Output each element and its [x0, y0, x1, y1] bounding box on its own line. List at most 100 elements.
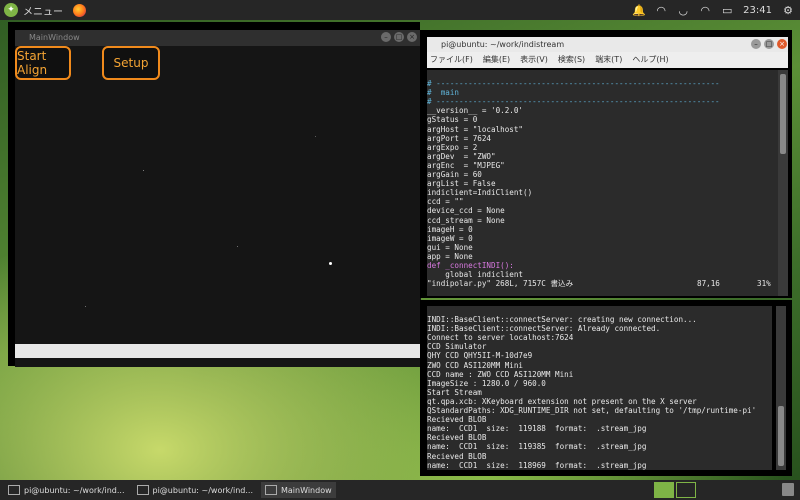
code-line: device_ccd = None: [427, 206, 505, 216]
bottom-taskbar: pi@ubuntu: ~/work/ind... pi@ubuntu: ~/wo…: [0, 480, 800, 500]
menu-search[interactable]: 検索(S): [558, 52, 585, 68]
menu-help[interactable]: ヘルプ(H): [632, 52, 668, 68]
close-icon[interactable]: ×: [777, 39, 787, 49]
star: [315, 136, 316, 137]
code-line: ccd_stream = None: [427, 215, 505, 225]
wifi-icon-2[interactable]: ◠: [699, 4, 711, 17]
minimize-icon[interactable]: –: [381, 32, 391, 42]
trash-icon[interactable]: [782, 483, 794, 496]
taskbar-item-terminal-2[interactable]: pi@ubuntu: ~/work/ind...: [133, 482, 258, 498]
firefox-icon[interactable]: [73, 3, 86, 17]
terminal-scrollbar[interactable]: [778, 70, 788, 296]
workspace-2[interactable]: [676, 482, 696, 498]
code-line: ccd = "": [427, 197, 464, 207]
top-panel: ✦ メニュー 🔔 ◠ ◡ ◠ ▭ 23:41 ⚙: [0, 0, 800, 20]
output-line: qt.qpa.xcb: XKeyboard extension not pres…: [427, 396, 697, 406]
output-line: ZWO CCD ASI120MM Mini: [427, 360, 524, 370]
output-line: name: CCD1 size: 118969 format: .stream_…: [427, 460, 647, 470]
taskbar-label: MainWindow: [281, 485, 332, 495]
terminal-icon: [8, 485, 20, 495]
vim-editor[interactable]: # --------------------------------------…: [427, 70, 778, 296]
output-line: INDI::BaseClient::connectServer: creatin…: [427, 315, 697, 325]
menu-edit[interactable]: 編集(E): [483, 52, 510, 68]
workspace-switcher: [654, 482, 696, 498]
terminal-icon: [136, 485, 149, 495]
output-line: QHY CCD QHY5II-M-10d7e9: [427, 351, 533, 361]
code-line: def _connectINDI():: [427, 260, 514, 270]
code-line: gStatus = 0: [427, 115, 478, 125]
code-line: app = None: [427, 251, 473, 261]
code-line: # --------------------------------------…: [427, 97, 720, 107]
system-tray: 🔔 ◠ ◡ ◠ ▭ 23:41 ⚙: [632, 0, 794, 20]
vim-status-line: "indipolar.py" 268L, 7157C 書込み 87,16 31%: [427, 279, 778, 288]
terminal-title: pi@ubuntu: ~/work/indistream: [441, 40, 565, 49]
code-line: imageH = 0: [427, 224, 473, 234]
terminal-menubar: ファイル(F) 編集(E) 表示(V) 検索(S) 端末(T) ヘルプ(H): [427, 52, 788, 68]
wifi-icon[interactable]: ◡: [677, 4, 689, 17]
output-line: name: CCD1 size: 119385 format: .stream_…: [427, 442, 647, 452]
output-scrollbar[interactable]: [776, 306, 786, 470]
menu-file[interactable]: ファイル(F): [430, 52, 473, 68]
star: [143, 170, 144, 171]
code-line: # --------------------------------------…: [427, 79, 720, 89]
output-line: Recieved BLOB: [427, 433, 487, 443]
output-line: QStandardPaths: XDG_RUNTIME_DIR not set,…: [427, 406, 757, 416]
code-line: argPort = 7624: [427, 133, 492, 143]
output-line: Start Stream: [427, 387, 482, 397]
code-line: argDev = "ZWO": [427, 151, 496, 161]
maximize-icon[interactable]: □: [394, 32, 404, 42]
menu-terminal[interactable]: 端末(T): [595, 52, 622, 68]
star: [329, 262, 332, 265]
menu-view[interactable]: 表示(V): [520, 52, 548, 68]
code-line: argExpo = 2: [427, 142, 478, 152]
taskbar-item-mainwindow[interactable]: MainWindow: [261, 482, 336, 498]
status-percent: 31%: [757, 279, 771, 289]
main-window: MainWindow – □ × Start Align Setup: [8, 22, 421, 367]
output-line: INDI::BaseClient::connectServer: Already…: [427, 324, 661, 334]
terminal-window-controls: – □ ×: [751, 39, 787, 49]
network-icon[interactable]: ◠: [655, 4, 667, 17]
status-cursor: 87,16: [697, 279, 720, 289]
terminal-titlebar[interactable]: pi@ubuntu: ~/work/indistream – □ ×: [427, 37, 788, 52]
code-line: __version__ = '0.2.0': [427, 106, 524, 116]
code-line: # main: [427, 88, 460, 98]
main-window-title: MainWindow: [29, 33, 80, 42]
code-line: indiclient=IndiClient(): [427, 188, 533, 198]
terminal-window: pi@ubuntu: ~/work/indistream – □ × ファイル(…: [420, 30, 792, 298]
minimize-icon[interactable]: –: [751, 39, 761, 49]
code-line: argList = False: [427, 179, 496, 189]
output-line: Recieved BLOB: [427, 415, 487, 425]
menu-label[interactable]: メニュー: [23, 3, 63, 18]
code-line: imageW = 0: [427, 233, 473, 243]
output-terminal-window: INDI::BaseClient::connectServer: creatin…: [420, 300, 792, 476]
workspace-1[interactable]: [654, 482, 674, 498]
star: [237, 246, 238, 247]
scrollbar-thumb[interactable]: [778, 406, 784, 466]
mint-menu-icon[interactable]: ✦: [4, 3, 18, 17]
code-line: argHost = "localhost": [427, 124, 524, 134]
start-align-button[interactable]: Start Align: [15, 46, 71, 80]
scrollbar-thumb[interactable]: [780, 74, 786, 154]
output-terminal[interactable]: INDI::BaseClient::connectServer: creatin…: [427, 306, 772, 470]
maximize-icon[interactable]: □: [764, 39, 774, 49]
volume-icon[interactable]: ▭: [721, 4, 733, 17]
main-window-controls: – □ ×: [381, 32, 417, 42]
code-line: argEnc = "MJPEG": [427, 160, 505, 170]
setup-button[interactable]: Setup: [102, 46, 160, 80]
star: [85, 306, 86, 307]
main-window-titlebar[interactable]: MainWindow – □ ×: [15, 30, 421, 46]
settings-gear-icon[interactable]: ⚙: [782, 4, 794, 17]
code-line: global indiclient: [427, 270, 524, 280]
close-icon[interactable]: ×: [407, 32, 417, 42]
taskbar-item-terminal-1[interactable]: pi@ubuntu: ~/work/ind...: [4, 482, 129, 498]
clock[interactable]: 23:41: [743, 5, 772, 16]
camera-view: [15, 46, 421, 367]
main-window-statusbar: [15, 344, 421, 358]
taskbar-label: pi@ubuntu: ~/work/ind...: [24, 485, 125, 495]
output-line: ImageSize : 1280.0 / 960.0: [427, 378, 546, 388]
status-file: "indipolar.py" 268L, 7157C 書込み: [427, 279, 574, 289]
output-line: Connect to server localhost:7624: [427, 333, 574, 343]
output-line: Recieved BLOB: [427, 451, 487, 461]
output-line: name: CCD1 size: 119188 format: .stream_…: [427, 424, 647, 434]
notification-bell-icon[interactable]: 🔔: [632, 4, 646, 17]
